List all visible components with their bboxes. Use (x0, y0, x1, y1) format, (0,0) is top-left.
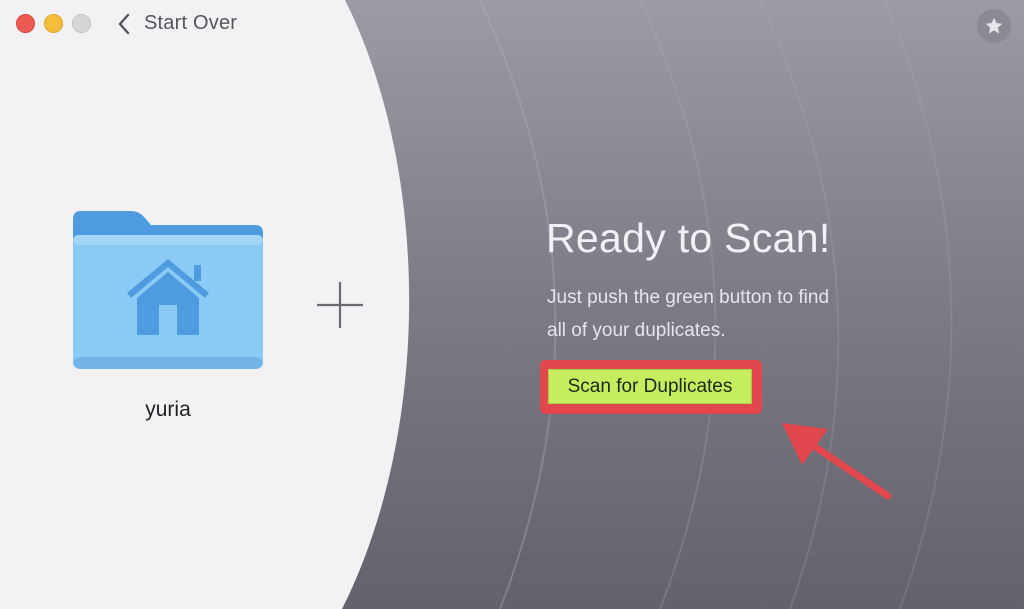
scan-for-duplicates-button[interactable]: Scan for Duplicates (548, 369, 752, 404)
ready-headline: Ready to Scan! (546, 215, 831, 261)
star-icon (985, 17, 1003, 34)
instructions-line-2: all of your duplicates. (547, 320, 726, 341)
app-window: Start Over yuria Ready to Scan! Just pus… (0, 0, 1024, 609)
start-over-label: Start Over (144, 12, 238, 34)
start-over-button[interactable]: Start Over (118, 12, 237, 35)
chevron-left-icon (118, 13, 130, 34)
folder-name: yuria (145, 398, 191, 421)
minimize-icon[interactable] (44, 14, 63, 33)
instructions-text: Just push the green button to find all o… (547, 281, 907, 347)
home-folder-icon[interactable] (71, 207, 265, 373)
window-controls (16, 14, 91, 33)
close-icon[interactable] (16, 14, 35, 33)
plus-icon[interactable] (316, 281, 364, 329)
instructions-line-1: Just push the green button to find (547, 287, 830, 308)
zoom-icon[interactable] (72, 14, 91, 33)
arrow-annotation (782, 423, 892, 500)
favorite-button[interactable] (977, 9, 1011, 43)
